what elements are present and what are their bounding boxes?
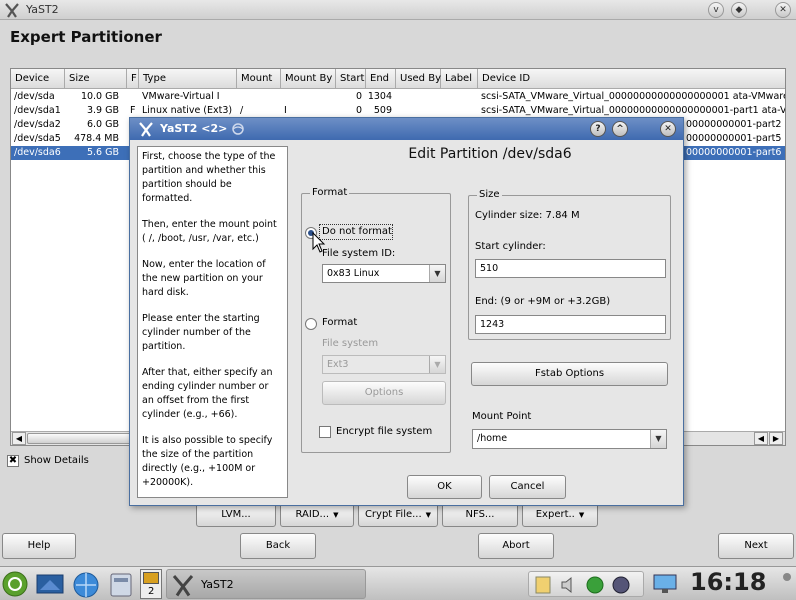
encrypt-label[interactable]: Encrypt file system — [336, 426, 432, 437]
col-mountby[interactable]: Mount By — [281, 69, 336, 89]
chevron-down-icon: ▼ — [429, 265, 445, 282]
col-f[interactable]: F — [127, 69, 139, 89]
start-menu-icon[interactable] — [2, 571, 28, 597]
next-button[interactable]: Next — [718, 533, 794, 559]
mount-point-label: Mount Point — [472, 411, 532, 422]
help-icon[interactable]: ? — [590, 121, 606, 137]
back-button[interactable]: Back — [240, 533, 316, 559]
window-title: YaST2 — [26, 3, 59, 16]
fstab-options-button[interactable]: Fstab Options — [471, 362, 668, 386]
col-size[interactable]: Size — [65, 69, 127, 89]
chevron-down-icon: ▼ — [650, 430, 666, 448]
table-header: Device Size F Type Mount Mount By Start … — [11, 69, 785, 89]
maximize-icon[interactable]: ◆ — [731, 2, 747, 18]
help-button[interactable]: Help — [2, 533, 76, 559]
yast-icon — [172, 575, 194, 597]
col-usedby[interactable]: Used By — [396, 69, 441, 89]
update-icon[interactable] — [585, 575, 605, 595]
col-device[interactable]: Device — [11, 69, 65, 89]
crypt-file-button[interactable]: Crypt File... ▼ — [358, 503, 438, 527]
close-icon[interactable]: ✕ — [660, 121, 676, 137]
show-details-label: Show Details — [24, 455, 89, 466]
encrypt-checkbox[interactable] — [319, 426, 331, 438]
mount-point-combo[interactable]: /home ▼ — [472, 429, 667, 449]
table-row[interactable]: /dev/sda1 3.9 GB F Linux native (Ext3) /… — [11, 104, 785, 118]
fs-id-combo[interactable]: 0x83 Linux ▼ — [322, 264, 446, 283]
system-tray — [528, 571, 644, 597]
end-cylinder-label: End: (9 or +9M or +3.2GB) — [475, 296, 611, 307]
desktop-icon[interactable] — [36, 574, 64, 596]
col-deviceid[interactable]: Device ID — [478, 69, 785, 89]
browser-icon[interactable] — [72, 571, 100, 599]
dialog-heading: Edit Partition /dev/sda6 — [408, 146, 572, 162]
minimize-icon[interactable]: v — [708, 2, 724, 18]
window-titlebar: YaST2 v ◆ ✕ — [0, 0, 796, 20]
page-title: Expert Partitioner — [10, 28, 162, 46]
pager-desktop-1[interactable] — [143, 572, 159, 584]
chevron-down-icon: ▼ — [333, 511, 339, 519]
scroll-left-icon[interactable]: ◀ — [754, 432, 768, 445]
col-end[interactable]: End — [366, 69, 396, 89]
table-row[interactable]: /dev/sda 10.0 GB VMware-Virtual I 0 1304… — [11, 90, 785, 104]
fs-id-label: File system ID: — [322, 248, 396, 259]
start-cylinder-input[interactable]: 510 — [475, 259, 666, 278]
size-group: Size Cylinder size: 7.84 M Start cylinde… — [468, 189, 671, 340]
close-icon[interactable]: ✕ — [775, 2, 791, 18]
network-icon[interactable] — [611, 575, 631, 595]
do-not-format-label[interactable]: Do not format — [322, 226, 392, 237]
opensuse-icon — [232, 123, 244, 135]
yast-icon — [5, 3, 19, 18]
chevron-down-icon: ▼ — [578, 511, 585, 519]
fs-combo[interactable]: Ext3 ▼ — [322, 355, 446, 374]
col-label[interactable]: Label — [441, 69, 478, 89]
nfs-button[interactable]: NFS... — [442, 503, 518, 527]
scroll-right-icon[interactable]: ▶ — [769, 432, 783, 445]
screen-icon[interactable] — [652, 573, 680, 595]
format-label[interactable]: Format — [322, 317, 357, 328]
taskbar-corner-icon[interactable] — [780, 571, 794, 597]
format-radio[interactable] — [305, 318, 317, 330]
show-details-checkbox[interactable]: ✖ — [7, 455, 19, 467]
dialog-title: YaST2 <2> — [160, 122, 228, 135]
start-cylinder-label: Start cylinder: — [475, 241, 546, 252]
clipboard-icon[interactable] — [533, 575, 553, 595]
lvm-button[interactable]: LVM... — [196, 503, 276, 527]
expert-button[interactable]: Expert.. ▼ — [522, 503, 598, 527]
pager-number: 2 — [148, 586, 155, 597]
chevron-down-icon: ▼ — [425, 511, 432, 519]
file-manager-icon[interactable] — [108, 571, 134, 599]
task-yast2[interactable]: YaST2 — [166, 569, 366, 599]
cylinder-size-text: Cylinder size: 7.84 M — [475, 210, 580, 221]
abort-button[interactable]: Abort — [478, 533, 554, 559]
col-mount[interactable]: Mount — [237, 69, 281, 89]
desktop-pager[interactable]: 2 — [140, 569, 162, 599]
scroll-thumb[interactable] — [27, 433, 137, 444]
col-start[interactable]: Start — [336, 69, 366, 89]
clock: 16:18 — [690, 568, 767, 596]
fs-label: File system — [322, 338, 379, 349]
scroll-left-icon[interactable]: ◀ — [12, 432, 26, 445]
dialog-titlebar: YaST2 <2> ? ^ ✕ — [130, 118, 683, 140]
ok-button[interactable]: OK — [407, 475, 482, 499]
edit-partition-dialog: YaST2 <2> ? ^ ✕ First, choose the type o… — [129, 117, 684, 506]
options-button[interactable]: Options — [322, 381, 446, 405]
volume-icon[interactable] — [559, 575, 579, 595]
maximize-icon[interactable]: ^ — [612, 121, 628, 137]
chevron-down-icon: ▼ — [429, 356, 445, 373]
yast-icon — [139, 122, 153, 137]
format-group: Format Do not format File system ID: 0x8… — [301, 187, 451, 453]
end-cylinder-input[interactable]: 1243 — [475, 315, 666, 334]
cancel-button[interactable]: Cancel — [489, 475, 566, 499]
col-type[interactable]: Type — [139, 69, 237, 89]
help-text-panel[interactable]: First, choose the type of the partition … — [137, 146, 288, 498]
taskbar: 2 YaST2 16:18 — [0, 566, 796, 600]
raid-button[interactable]: RAID... ▼ — [280, 503, 354, 527]
